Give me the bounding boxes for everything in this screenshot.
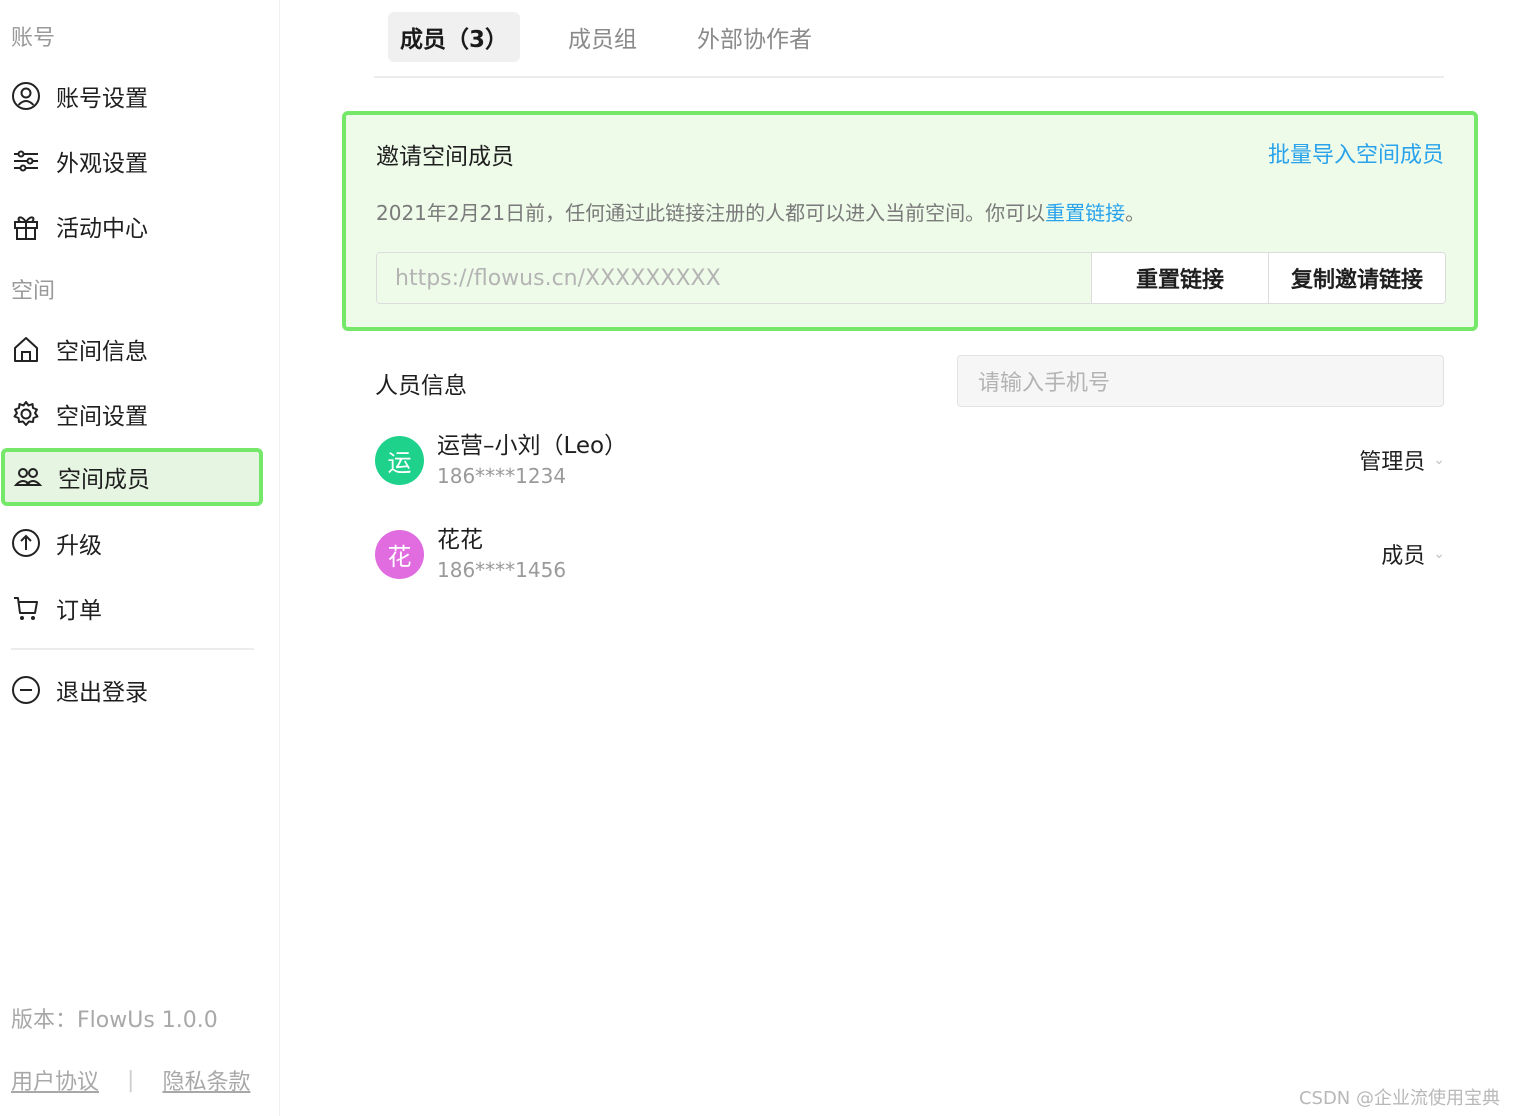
sidebar-item-space-settings[interactable]: 空间设置 <box>4 385 260 443</box>
gift-icon <box>10 210 42 242</box>
users-icon <box>12 461 44 493</box>
member-name: 花花 <box>437 527 483 553</box>
footer-separator: | <box>127 1067 135 1093</box>
invite-url-field[interactable]: https://flowus.cn/XXXXXXXXX <box>377 253 1092 303</box>
sidebar-item-label: 退出登录 <box>56 680 148 706</box>
sidebar-item-label: 空间信息 <box>56 339 148 365</box>
sidebar-item-label: 订单 <box>56 598 102 624</box>
account-section-title: 账号 <box>11 26 56 51</box>
gear-icon <box>10 398 42 430</box>
tab-members[interactable]: 成员（3） <box>388 12 521 62</box>
sidebar-item-label: 空间设置 <box>56 404 148 430</box>
member-name: 运营–小刘（Leo） <box>437 433 628 459</box>
chevron-down-icon: ⌄ <box>1433 452 1445 468</box>
copy-invite-link-button[interactable]: 复制邀请链接 <box>1269 253 1445 303</box>
sidebar-item-label: 升级 <box>56 533 102 559</box>
invite-description: 2021年2月21日前，任何通过此链接注册的人都可以进入当前空间。你可以重置链接… <box>376 197 1145 226</box>
sidebar-item-space-info[interactable]: 空间信息 <box>4 320 260 378</box>
space-section-title: 空间 <box>11 279 56 304</box>
invite-title: 邀请空间成员 <box>376 144 514 170</box>
tabs-divider <box>374 76 1444 78</box>
reset-link-button[interactable]: 重置链接 <box>1092 253 1269 303</box>
sidebar-item-label: 账号设置 <box>56 86 148 112</box>
member-phone: 186****1456 <box>437 558 567 582</box>
member-phone: 186****1234 <box>437 464 567 488</box>
sidebar-item-activity[interactable]: 活动中心 <box>4 197 260 255</box>
sidebar-item-space-members[interactable]: 空间成员 <box>1 448 263 506</box>
role-dropdown[interactable]: 管理员 ⌄ <box>1359 444 1445 476</box>
member-row: 花 花花 186****1456 成员 ⌄ <box>375 520 1445 590</box>
sidebar-item-appearance[interactable]: 外观设置 <box>4 132 260 190</box>
members-section-title: 人员信息 <box>375 373 467 399</box>
role-label: 管理员 <box>1359 450 1426 475</box>
sidebar-item-label: 活动中心 <box>56 216 148 242</box>
footer-links: 用户协议 | 隐私条款 <box>11 1064 250 1096</box>
tab-member-groups[interactable]: 成员组 <box>556 12 649 62</box>
member-row: 运 运营–小刘（Leo） 186****1234 管理员 ⌄ <box>375 426 1445 496</box>
user-agreement-link[interactable]: 用户协议 <box>11 1064 99 1096</box>
invite-link-row: https://flowus.cn/XXXXXXXXX 重置链接 复制邀请链接 <box>376 252 1446 304</box>
sidebar-item-orders[interactable]: 订单 <box>4 579 260 637</box>
sidebar: 账号 账号设置 外观设置 活动中心 空间 空间信息 空间设置 空间成员 升级 订… <box>0 0 280 1116</box>
arrow-up-circle-icon <box>10 527 42 559</box>
cart-icon <box>10 592 42 624</box>
sliders-icon <box>10 145 42 177</box>
role-dropdown[interactable]: 成员 ⌄ <box>1381 538 1445 570</box>
bulk-import-link[interactable]: 批量导入空间成员 <box>1268 137 1444 169</box>
user-circle-icon <box>10 80 42 112</box>
avatar: 花 <box>375 530 424 579</box>
phone-search-input[interactable]: 请输入手机号 <box>957 355 1444 407</box>
tab-external-collaborators[interactable]: 外部协作者 <box>685 12 824 62</box>
member-tabs: 成员（3） 成员组 外部协作者 <box>388 12 860 62</box>
chevron-down-icon: ⌄ <box>1433 546 1445 562</box>
invite-desc-suffix: 。 <box>1125 201 1146 225</box>
privacy-link[interactable]: 隐私条款 <box>162 1064 250 1096</box>
reset-link-inline[interactable]: 重置链接 <box>1045 201 1125 225</box>
sidebar-divider <box>11 648 254 650</box>
sidebar-item-upgrade[interactable]: 升级 <box>4 514 260 572</box>
home-icon <box>10 333 42 365</box>
watermark: CSDN @企业流使用宝典 <box>1298 1088 1500 1109</box>
sidebar-item-logout[interactable]: 退出登录 <box>4 661 260 719</box>
invite-desc-text: 2021年2月21日前，任何通过此链接注册的人都可以进入当前空间。你可以 <box>376 201 1046 225</box>
version-text: 版本：FlowUs 1.0.0 <box>11 1008 218 1033</box>
sidebar-item-label: 空间成员 <box>58 467 150 493</box>
role-label: 成员 <box>1381 544 1426 569</box>
sidebar-item-label: 外观设置 <box>56 151 148 177</box>
invite-panel: 邀请空间成员 批量导入空间成员 2021年2月21日前，任何通过此链接注册的人都… <box>342 111 1478 331</box>
sidebar-item-account-settings[interactable]: 账号设置 <box>4 67 260 125</box>
minus-circle-icon <box>10 674 42 706</box>
avatar: 运 <box>375 436 424 485</box>
